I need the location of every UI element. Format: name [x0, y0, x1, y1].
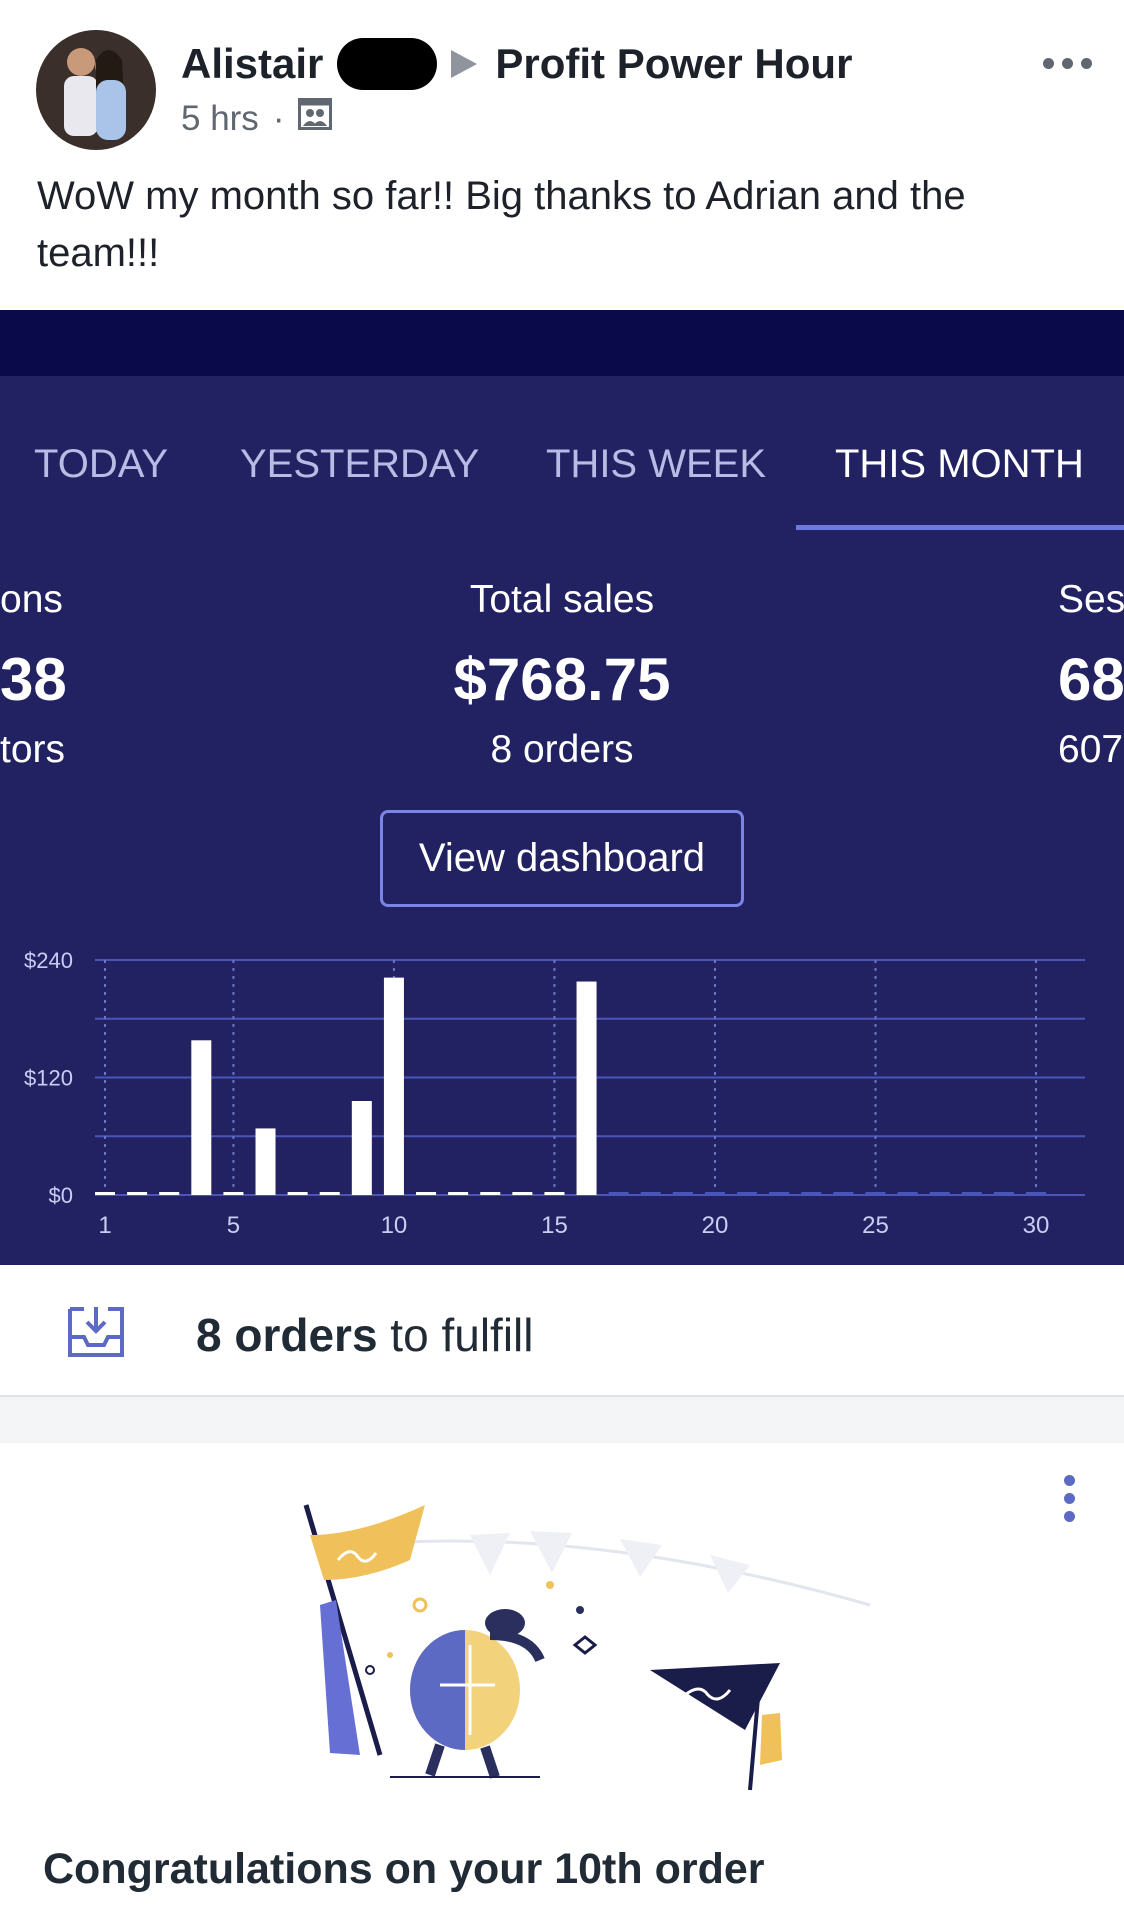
- fulfill-text[interactable]: 8 orders to fulfill: [196, 1308, 533, 1362]
- fulfill-count: 8 orders: [196, 1309, 378, 1361]
- x-tick-label: 20: [702, 1212, 729, 1239]
- chart-bar-zero: [833, 1192, 854, 1195]
- chart-bar-zero: [512, 1192, 533, 1195]
- x-tick-label: 30: [1023, 1212, 1050, 1239]
- active-tab-indicator: [796, 525, 1124, 530]
- group-audience-icon: [298, 98, 333, 139]
- tab-this-month[interactable]: THIS MONTH: [835, 442, 1084, 487]
- chart-bar: [255, 1128, 276, 1195]
- vertical-dots-icon[interactable]: [1064, 1475, 1075, 1522]
- chart-bar-zero: [287, 1192, 308, 1195]
- share-arrow-icon: [451, 50, 478, 78]
- view-dashboard-button[interactable]: View dashboard: [380, 810, 744, 907]
- y-tick-label: $0: [49, 1183, 73, 1208]
- chart-bar-zero: [929, 1192, 950, 1195]
- stat-right-value: 68: [1058, 646, 1124, 713]
- total-orders-count: 8 orders: [490, 728, 634, 771]
- chart-bar-zero: [769, 1192, 790, 1195]
- chart-bar-zero: [608, 1192, 629, 1195]
- group-name[interactable]: Profit Power Hour: [495, 40, 852, 88]
- section-divider: [0, 1395, 1124, 1445]
- sales-bar-chart: $0$120$2401 5 10 15 20 25 30: [24, 948, 1085, 1239]
- y-tick-label: $120: [24, 1066, 73, 1091]
- x-tick-label: 10: [381, 1212, 408, 1239]
- chart-bar-zero: [448, 1192, 469, 1195]
- fulfill-row[interactable]: [0, 1265, 1124, 1395]
- post-timestamp[interactable]: 5 hrs: [181, 99, 259, 139]
- chart-bar-zero: [480, 1192, 501, 1195]
- inbox-download-icon: [66, 1303, 126, 1364]
- chart-bar-zero: [544, 1192, 565, 1195]
- tab-this-week[interactable]: THIS WEEK: [546, 442, 766, 487]
- celebrating-turtle-illustration: [290, 1485, 890, 1810]
- chart-bar-zero: [801, 1192, 822, 1195]
- total-sales-label: Total sales: [469, 578, 655, 621]
- tab-yesterday[interactable]: YESTERDAY: [240, 442, 479, 487]
- chart-bar-zero: [319, 1192, 340, 1195]
- stat-right-sub: 607: [1058, 728, 1124, 771]
- x-tick-label: 25: [862, 1212, 889, 1239]
- chart-bar-zero: [416, 1192, 437, 1195]
- post-author-line: Alistair Profit Power Hour: [181, 38, 852, 90]
- tab-today[interactable]: TODAY: [34, 442, 168, 487]
- chart-bar-zero: [704, 1192, 725, 1195]
- chart-bar-zero: [737, 1192, 758, 1195]
- chart-bar-zero: [672, 1192, 693, 1195]
- chart-bar-zero: [95, 1192, 115, 1195]
- chart-bar: [576, 981, 597, 1195]
- chart-bar-zero: [897, 1192, 918, 1195]
- x-tick-label: 1: [98, 1212, 111, 1239]
- chart-bar-zero: [1026, 1192, 1046, 1195]
- meta-separator: ·: [272, 98, 285, 138]
- chart-bar-zero: [865, 1192, 886, 1195]
- chart-bar-zero: [127, 1192, 148, 1195]
- redaction-mark: [337, 38, 438, 90]
- shared-screenshot: TODAY YESTERDAY THIS WEEK THIS MONTH ons…: [0, 310, 1124, 1265]
- total-sales-value: $768.75: [453, 646, 671, 713]
- author-name[interactable]: Alistair: [181, 40, 323, 88]
- stat-right-label: Ses: [1058, 578, 1124, 621]
- author-avatar[interactable]: [36, 30, 156, 150]
- y-tick-label: $240: [24, 948, 73, 973]
- chart-bar: [383, 977, 404, 1195]
- post-meta: 5 hrs ·: [181, 98, 333, 139]
- x-tick-label: 5: [227, 1212, 240, 1239]
- congrats-title: Congratulations on your 10th order: [43, 1845, 765, 1893]
- chart-bar-zero: [159, 1192, 180, 1195]
- app-top-bar: [0, 310, 1124, 376]
- chart-bar-zero: [961, 1192, 982, 1195]
- x-tick-label: 15: [541, 1212, 568, 1239]
- chart-bar-zero: [223, 1192, 244, 1195]
- more-options-icon[interactable]: [1043, 58, 1092, 69]
- chart-bar: [351, 1101, 372, 1195]
- chart-bar-zero: [993, 1192, 1014, 1195]
- chart-bar: [191, 1040, 212, 1195]
- fulfill-suffix: to fulfill: [377, 1309, 534, 1361]
- chart-bar-zero: [640, 1192, 661, 1195]
- post-text: WoW my month so far!! Big thanks to Adri…: [37, 174, 966, 275]
